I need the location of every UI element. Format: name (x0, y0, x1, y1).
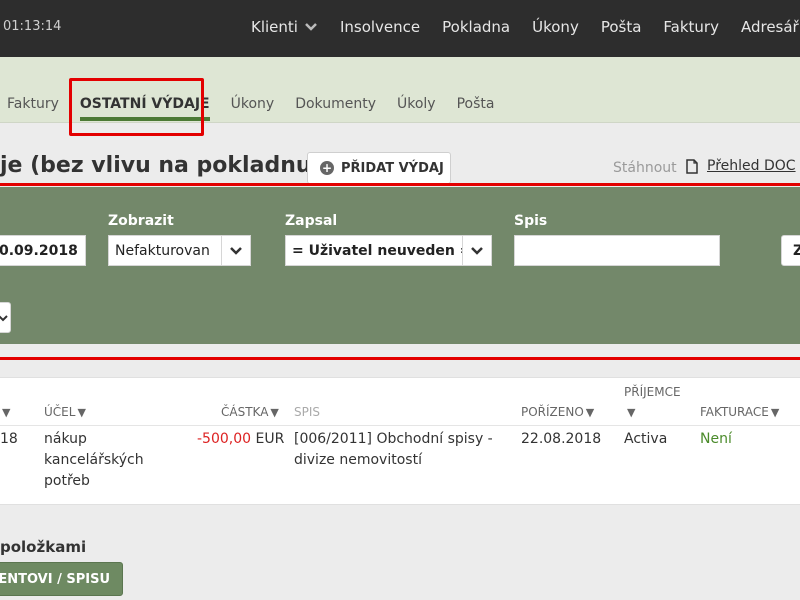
col-porizeno-label: POŘÍZENO (521, 405, 584, 419)
top-bar: 01:13:14 Klienti Insolvence Pokladna Úko… (0, 0, 800, 57)
doc-overview-link[interactable]: Přehled DOC (686, 158, 796, 174)
sort-arrow-icon[interactable]: ▼ (627, 405, 635, 419)
col-porizeno[interactable]: POŘÍZENO ▼ (521, 405, 594, 419)
row-prijemce: Activa (624, 431, 668, 447)
row-ucel: nákup kancelářských potřeb (44, 429, 144, 492)
tab-posta[interactable]: Pošta (457, 96, 495, 112)
col-prijemce[interactable]: PŘÍJEMCE (624, 385, 681, 399)
nav-klienti[interactable]: Klienti (251, 18, 318, 36)
row-spis-line: divize nemovitostí (294, 452, 422, 468)
row-spis[interactable]: [006/2011] Obchodní spisy - divize nemov… (294, 429, 493, 471)
plus-icon: + (320, 161, 334, 175)
document-icon (686, 158, 698, 174)
row-currency: EUR (255, 431, 285, 447)
main-nav: Klienti Insolvence Pokladna Úkony Pošta … (251, 18, 800, 36)
download-label: Stáhnout (613, 160, 677, 176)
tab-ukony[interactable]: Úkony (231, 96, 275, 112)
col-castka[interactable]: ČÁSTKA ▼ (221, 405, 279, 419)
tab-ukoly[interactable]: Úkoly (397, 96, 436, 112)
session-clock: 01:13:14 (3, 19, 62, 34)
nav-pokladna[interactable]: Pokladna (442, 18, 510, 36)
add-expense-label: PŘIDAT VÝDAJ (341, 160, 444, 176)
row-castka: -500,00 EUR (197, 429, 284, 450)
col-fakturace[interactable]: FAKTURACE ▼ (700, 405, 779, 419)
header-divider (0, 425, 800, 426)
sort-arrow-icon: ▼ (270, 406, 279, 419)
page-title: je (bez vlivu na pokladnu) (0, 153, 322, 178)
row-date: 18 (0, 431, 18, 447)
bulk-actions-title: položkami (0, 538, 87, 556)
assign-to-client-label: IENTOVI / SPISU (0, 571, 110, 587)
col-spis: SPIS (294, 405, 321, 419)
row-porizeno: 22.08.2018 (521, 431, 602, 447)
nav-insolvence[interactable]: Insolvence (340, 18, 420, 36)
nav-klienti-label: Klienti (251, 18, 298, 36)
active-tab-highlight (69, 78, 204, 136)
tab-dokumenty[interactable]: Dokumenty (295, 96, 376, 112)
row-amount: -500,00 (197, 431, 252, 447)
col-ucel[interactable]: ÚČEL ▼ (44, 405, 86, 419)
add-expense-button[interactable]: + PŘIDAT VÝDAJ (307, 152, 451, 184)
row-fakturace-status: Není (700, 431, 732, 447)
nav-faktury[interactable]: Faktury (663, 18, 719, 36)
row-ucel-line: nákup (44, 431, 87, 447)
filter-highlight (0, 183, 800, 360)
col-castka-label: ČÁSTKA (221, 405, 269, 419)
row-spis-line: [006/2011] Obchodní spisy - (294, 431, 493, 447)
sort-arrow-icon: ▼ (770, 406, 780, 419)
tab-faktury[interactable]: Faktury (7, 96, 59, 112)
col-fakturace-label: FAKTURACE (700, 405, 769, 419)
row-ucel-line: potřeb (44, 473, 90, 489)
sort-arrow-icon: ▼ (2, 406, 11, 419)
col-ucel-label: ÚČEL (44, 405, 76, 419)
nav-adresar[interactable]: Adresář (741, 18, 799, 36)
col-date-sort[interactable]: ▼ (0, 405, 10, 419)
assign-to-client-button[interactable]: IENTOVI / SPISU (0, 562, 123, 596)
nav-ukony[interactable]: Úkony (532, 18, 579, 36)
nav-posta[interactable]: Pošta (601, 18, 642, 36)
sort-arrow-icon: ▼ (77, 406, 86, 419)
row-ucel-line: kancelářských (44, 452, 144, 468)
doc-overview-label: Přehled DOC (707, 158, 796, 174)
chevron-down-icon (305, 23, 317, 31)
sort-arrow-icon: ▼ (585, 406, 595, 419)
